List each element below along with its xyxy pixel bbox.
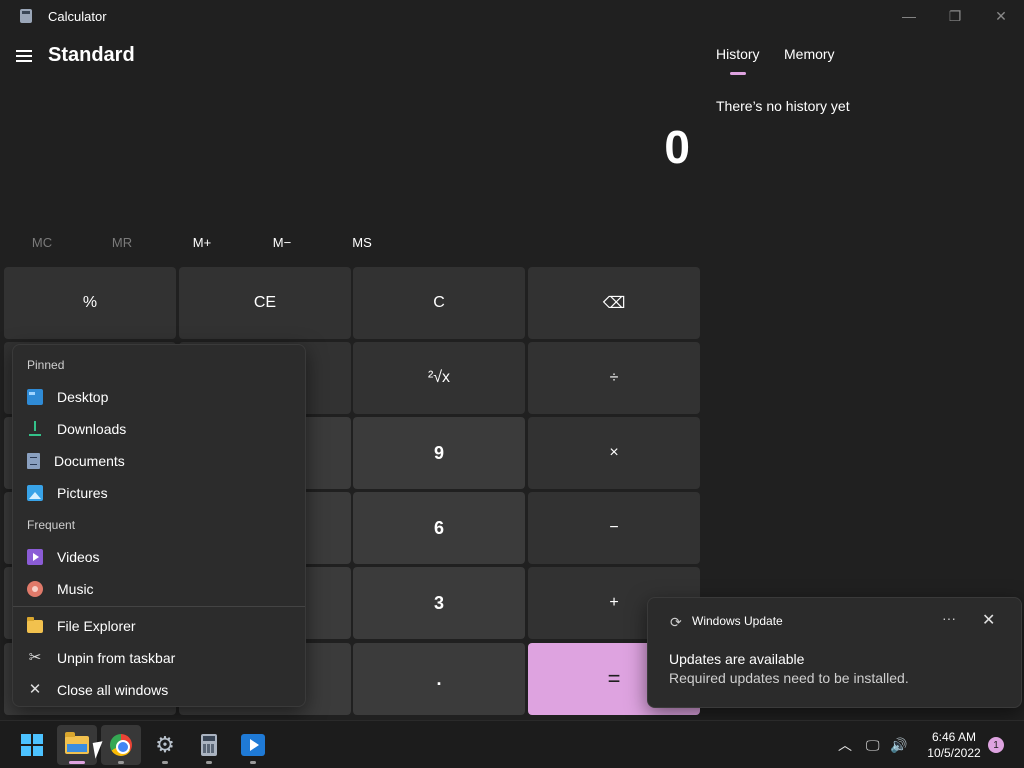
active-tab-indicator	[730, 72, 746, 75]
jumplist-item-pictures[interactable]: Pictures	[27, 479, 297, 507]
taskbar-chrome[interactable]	[101, 725, 141, 765]
network-icon[interactable]: 🖵	[866, 721, 880, 768]
close-icon: ✕	[28, 681, 42, 698]
calculator-app-icon	[20, 9, 32, 23]
decimal-button[interactable]: .	[353, 643, 525, 715]
taskbar-clock[interactable]: 6:46 AM 10/5/2022	[916, 729, 992, 761]
result-display: 0	[664, 121, 690, 173]
running-indicator	[162, 761, 168, 764]
backspace-button[interactable]: ⌫	[528, 267, 700, 339]
toast-more-button[interactable]: ···	[942, 610, 956, 626]
memory-recall-button[interactable]: MR	[82, 228, 162, 256]
jumplist-item-label: Close all windows	[57, 682, 169, 698]
jumplist-item-videos[interactable]: Videos	[27, 543, 297, 571]
calculator-icon	[201, 734, 217, 756]
memory-store-button[interactable]: MS	[322, 228, 402, 256]
jumplist-item-label: Downloads	[57, 421, 127, 437]
memory-clear-button[interactable]: MC	[2, 228, 82, 256]
three-button[interactable]: 3	[353, 567, 525, 639]
tab-history[interactable]: History	[716, 46, 760, 62]
running-indicator	[206, 761, 212, 764]
jumplist-item-music[interactable]: Music	[27, 575, 297, 603]
unpin-icon: ✂	[28, 649, 42, 666]
jumplist-item-label: Pictures	[57, 485, 108, 501]
downloads-icon	[27, 421, 43, 437]
taskbar-media-player[interactable]	[233, 725, 273, 765]
taskbar-jump-list: Pinned Desktop Downloads Documents Pictu…	[12, 344, 306, 707]
windows-update-toast[interactable]: ⟳ Windows Update ··· ✕ Updates are avail…	[647, 597, 1022, 708]
hamburger-menu-icon[interactable]	[16, 50, 32, 62]
clear-entry-button[interactable]: CE	[179, 267, 351, 339]
memory-subtract-button[interactable]: M−	[242, 228, 322, 256]
chrome-icon	[110, 734, 132, 756]
jumplist-item-label: File Explorer	[57, 618, 136, 634]
media-player-icon	[241, 734, 265, 756]
multiply-button[interactable]: ×	[528, 417, 700, 489]
toast-body: Required updates need to be installed.	[669, 670, 909, 686]
toast-title: Updates are available	[669, 651, 805, 667]
running-indicator	[118, 761, 124, 764]
memory-row: MC MR M+ M− MS	[2, 228, 402, 256]
taskbar-file-explorer[interactable]	[57, 725, 97, 765]
file-explorer-icon	[65, 732, 89, 754]
history-empty-message: There’s no history yet	[716, 98, 850, 114]
clock-time: 6:46 AM	[931, 730, 977, 744]
jumplist-frequent-heading: Frequent	[27, 518, 76, 532]
running-indicator	[250, 761, 256, 764]
jumplist-action-unpin[interactable]: ✂ Unpin from taskbar	[27, 644, 297, 672]
pictures-icon	[27, 485, 43, 501]
notification-badge[interactable]: 1	[988, 737, 1004, 753]
folder-desktop-icon	[27, 389, 43, 405]
show-hidden-icons-chevron-icon[interactable]: ︿	[838, 721, 852, 768]
running-indicator	[69, 761, 85, 764]
toast-app-name: Windows Update	[692, 614, 783, 628]
tab-memory[interactable]: Memory	[784, 46, 835, 62]
jumplist-item-label: Desktop	[57, 389, 109, 405]
jumplist-pinned-heading: Pinned	[27, 358, 65, 372]
jumplist-item-desktop[interactable]: Desktop	[27, 383, 297, 411]
documents-icon	[27, 453, 40, 469]
divide-button[interactable]: ÷	[528, 342, 700, 414]
clock-date: 10/5/2022	[927, 746, 981, 760]
percent-button[interactable]: %	[4, 267, 176, 339]
nine-button[interactable]: 9	[353, 417, 525, 489]
file-explorer-icon	[27, 616, 43, 633]
title-bar: Calculator — ❐ ✕	[0, 0, 1024, 32]
sync-icon: ⟳	[670, 614, 682, 630]
window-title: Calculator	[48, 9, 107, 24]
settings-icon: ⚙	[155, 732, 175, 757]
jumplist-item-downloads[interactable]: Downloads	[27, 415, 297, 443]
jumplist-action-file-explorer[interactable]: File Explorer	[27, 612, 297, 640]
square-root-button[interactable]: ²√x	[353, 342, 525, 414]
jumplist-item-label: Videos	[57, 549, 100, 565]
close-button[interactable]: ✕	[978, 0, 1024, 32]
maximize-button[interactable]: ❐	[932, 0, 978, 32]
jumplist-divider	[13, 606, 305, 607]
jumplist-action-close-all[interactable]: ✕ Close all windows	[27, 676, 297, 704]
jumplist-item-documents[interactable]: Documents	[27, 447, 297, 475]
calculator-mode-title: Standard	[48, 44, 135, 66]
jumplist-item-label: Unpin from taskbar	[57, 650, 176, 666]
taskbar-settings[interactable]: ⚙	[145, 725, 185, 765]
minus-button[interactable]: −	[528, 492, 700, 564]
start-icon	[21, 734, 43, 756]
videos-icon	[27, 549, 43, 565]
taskbar-calculator[interactable]	[189, 725, 229, 765]
jumplist-item-label: Documents	[54, 453, 125, 469]
start-button[interactable]	[12, 725, 52, 765]
clear-button[interactable]: C	[353, 267, 525, 339]
volume-icon[interactable]: 🔊	[890, 721, 907, 768]
minimize-button[interactable]: —	[886, 0, 932, 32]
toast-close-button[interactable]: ✕	[982, 610, 995, 630]
music-icon	[27, 581, 43, 597]
memory-add-button[interactable]: M+	[162, 228, 242, 256]
six-button[interactable]: 6	[353, 492, 525, 564]
taskbar: ⚙ ︿ 🖵 🔊 6:46 AM 10/5/2022 1	[0, 720, 1024, 768]
jumplist-item-label: Music	[57, 581, 94, 597]
